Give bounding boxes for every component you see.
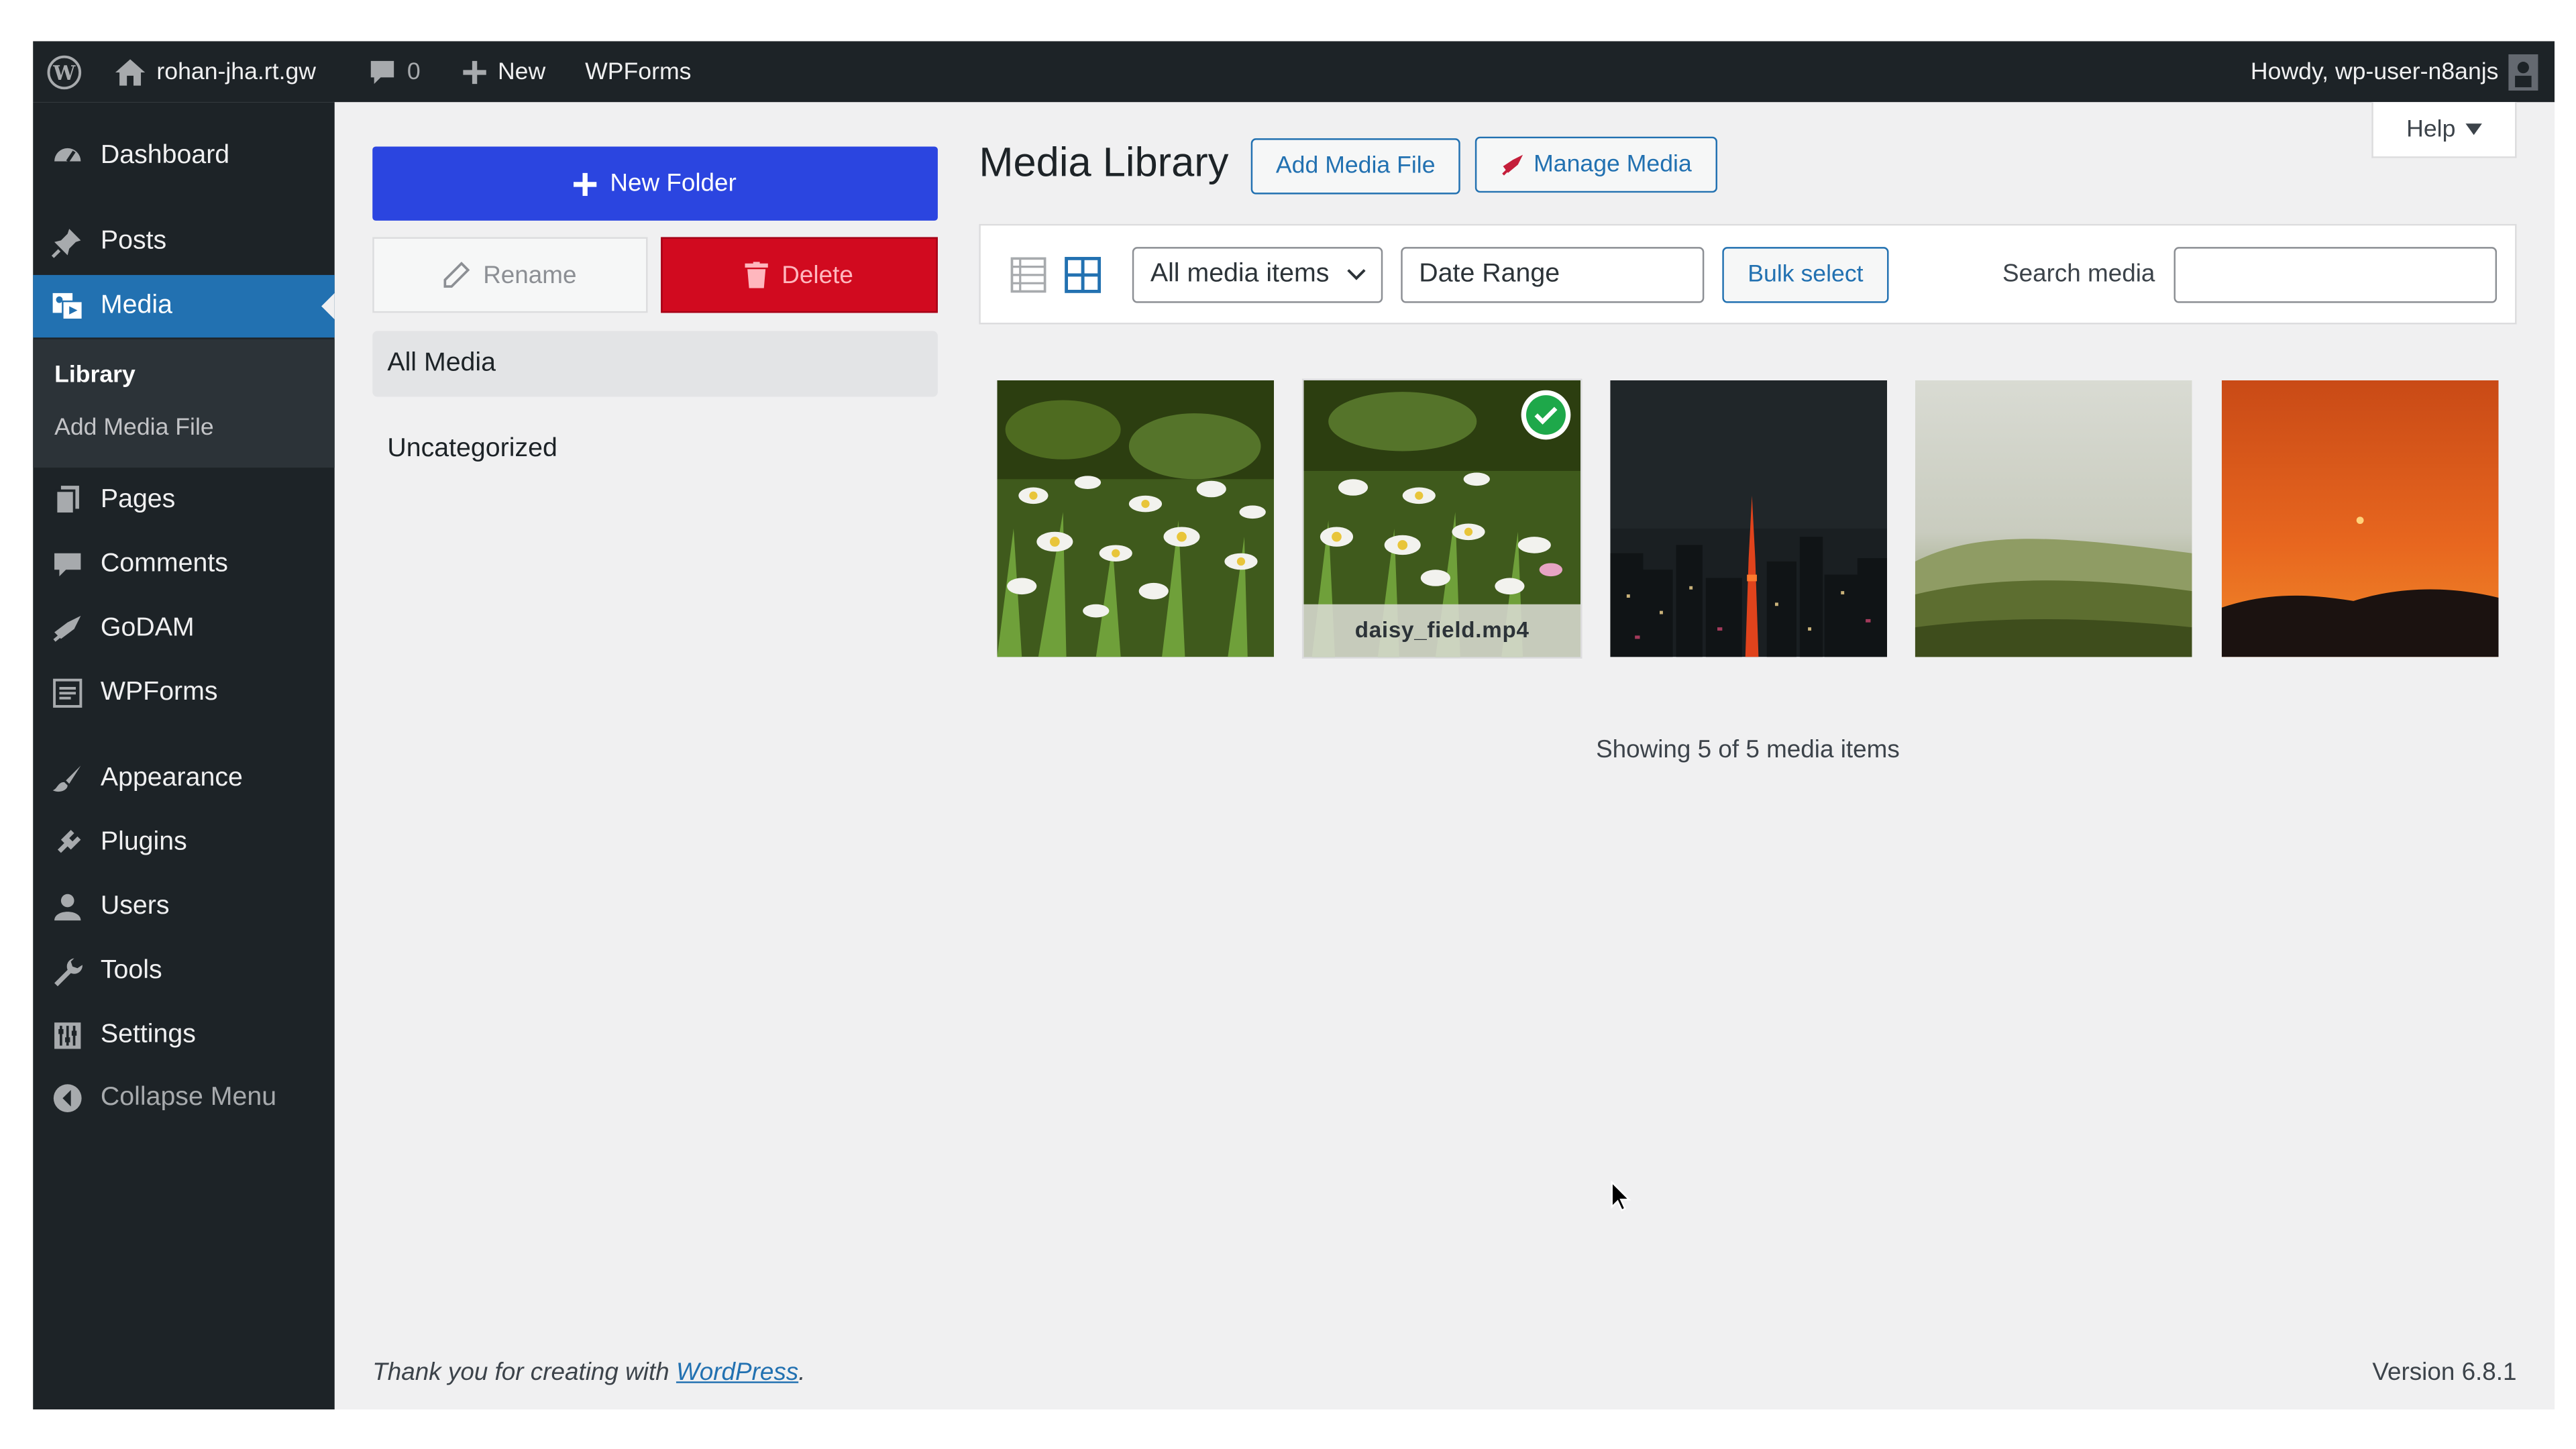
plus-icon bbox=[574, 172, 597, 195]
delete-button[interactable]: Delete bbox=[661, 237, 938, 313]
media-item[interactable] bbox=[1610, 380, 1888, 657]
plug-icon bbox=[50, 825, 86, 861]
current-menu-arrow bbox=[321, 292, 335, 320]
dashboard-icon bbox=[50, 138, 86, 174]
home-icon bbox=[115, 58, 146, 85]
sidebar-item-comments[interactable]: Comments bbox=[33, 533, 335, 596]
media-filename: daisy_field.mp4 bbox=[1354, 617, 1529, 643]
sidebar-item-godam[interactable]: GoDAM bbox=[33, 598, 335, 660]
help-tab[interactable]: Help bbox=[2371, 102, 2517, 158]
wordpress-logo-icon[interactable]: W bbox=[46, 41, 83, 102]
collapse-menu-button[interactable]: Collapse Menu bbox=[33, 1067, 335, 1130]
add-media-file-button[interactable]: Add Media File bbox=[1250, 138, 1460, 195]
showing-count: Showing 5 of 5 media items bbox=[1596, 736, 1900, 764]
search-input[interactable] bbox=[2174, 247, 2498, 303]
page-title: Media Library bbox=[979, 140, 1229, 186]
site-name: rohan-jha.rt.gw bbox=[156, 58, 317, 85]
wordpress-link[interactable]: WordPress bbox=[676, 1358, 798, 1387]
sidebar-item-settings[interactable]: Settings bbox=[33, 1004, 335, 1067]
collapse-icon bbox=[50, 1080, 86, 1116]
comments-link[interactable]: 0 bbox=[368, 41, 421, 102]
folder-uncategorized[interactable]: Uncategorized bbox=[372, 417, 938, 482]
pencil-icon bbox=[443, 262, 470, 288]
date-range-input[interactable]: Date Range bbox=[1401, 247, 1705, 303]
media-item[interactable] bbox=[997, 380, 1275, 657]
godam-icon bbox=[50, 611, 86, 647]
manage-media-button[interactable]: Manage Media bbox=[1474, 136, 1717, 193]
media-toolbar: All media items Date Range Bulk select S… bbox=[979, 223, 2517, 325]
grid-view-icon[interactable] bbox=[1065, 256, 1102, 301]
search-label: Search media bbox=[2002, 260, 2155, 288]
bulk-select-button[interactable]: Bulk select bbox=[1722, 247, 1889, 303]
new-label: New bbox=[497, 58, 546, 85]
footer-thank-you: Thank you for creating with WordPress. bbox=[372, 1358, 806, 1387]
submenu-library[interactable]: Library bbox=[54, 362, 136, 388]
plus-icon bbox=[463, 60, 486, 83]
account-menu[interactable]: Howdy, wp-user-n8anjs bbox=[2251, 41, 2538, 102]
mouse-cursor-icon bbox=[1610, 1180, 1633, 1222]
sidebar-item-users[interactable]: Users bbox=[33, 876, 335, 938]
folder-all-media[interactable]: All Media bbox=[372, 331, 938, 397]
sidebar-item-posts[interactable]: Posts bbox=[33, 211, 335, 273]
admin-bar: W rohan-jha.rt.gw 0 New WPForms Howdy, w… bbox=[33, 41, 2555, 103]
sidebar-item-wpforms[interactable]: WPForms bbox=[33, 662, 335, 724]
howdy-text: Howdy, wp-user-n8anjs bbox=[2250, 58, 2499, 85]
wpforms-label: WPForms bbox=[585, 58, 692, 85]
media-item[interactable] bbox=[2221, 380, 2499, 657]
form-icon bbox=[50, 675, 86, 711]
media-item[interactable] bbox=[1915, 380, 2192, 657]
brush-icon bbox=[50, 761, 86, 797]
sidebar-item-tools[interactable]: Tools bbox=[33, 941, 335, 1003]
wpforms-link[interactable]: WPForms bbox=[585, 41, 691, 102]
pages-icon bbox=[50, 482, 86, 519]
screen: W rohan-jha.rt.gw 0 New WPForms Howdy, w… bbox=[0, 0, 2576, 1449]
media-type-filter[interactable]: All media items bbox=[1132, 247, 1383, 303]
avatar bbox=[2508, 53, 2538, 90]
sidebar-item-dashboard[interactable]: Dashboard bbox=[33, 125, 335, 188]
godam-icon bbox=[1501, 154, 1522, 176]
user-icon bbox=[50, 889, 86, 925]
media-submenu: Library Add Media File bbox=[33, 339, 335, 468]
admin-sidebar: Dashboard Posts Media Library Add Media … bbox=[33, 102, 335, 1410]
comment-icon bbox=[50, 547, 86, 583]
site-name-link[interactable]: rohan-jha.rt.gw bbox=[114, 41, 316, 102]
caret-down-icon bbox=[2465, 122, 2482, 135]
comments-count: 0 bbox=[407, 58, 421, 85]
trash-icon bbox=[745, 262, 769, 288]
wrench-icon bbox=[50, 953, 86, 989]
new-folder-button[interactable]: New Folder bbox=[372, 146, 938, 221]
comment-icon bbox=[370, 60, 394, 83]
chevron-down-icon bbox=[1347, 269, 1366, 280]
sliders-icon bbox=[50, 1018, 86, 1054]
sidebar-item-appearance[interactable]: Appearance bbox=[33, 747, 335, 810]
media-icon bbox=[50, 288, 86, 325]
sidebar-item-pages[interactable]: Pages bbox=[33, 470, 335, 532]
version-text: Version 6.8.1 bbox=[2372, 1358, 2517, 1387]
submenu-add-media-file[interactable]: Add Media File bbox=[54, 415, 214, 441]
rename-button[interactable]: Rename bbox=[372, 237, 648, 313]
sidebar-item-media[interactable]: Media bbox=[33, 274, 335, 338]
selected-check-icon[interactable] bbox=[1519, 388, 1572, 441]
media-item-selected[interactable]: daisy_field.mp4 bbox=[1301, 378, 1582, 659]
list-view-icon[interactable] bbox=[1010, 257, 1046, 301]
new-content-link[interactable]: New bbox=[462, 41, 545, 102]
sidebar-item-plugins[interactable]: Plugins bbox=[33, 812, 335, 874]
pin-icon bbox=[50, 224, 86, 260]
wordpress-admin: W rohan-jha.rt.gw 0 New WPForms Howdy, w… bbox=[33, 41, 2555, 1410]
svg-text:W: W bbox=[52, 60, 76, 84]
